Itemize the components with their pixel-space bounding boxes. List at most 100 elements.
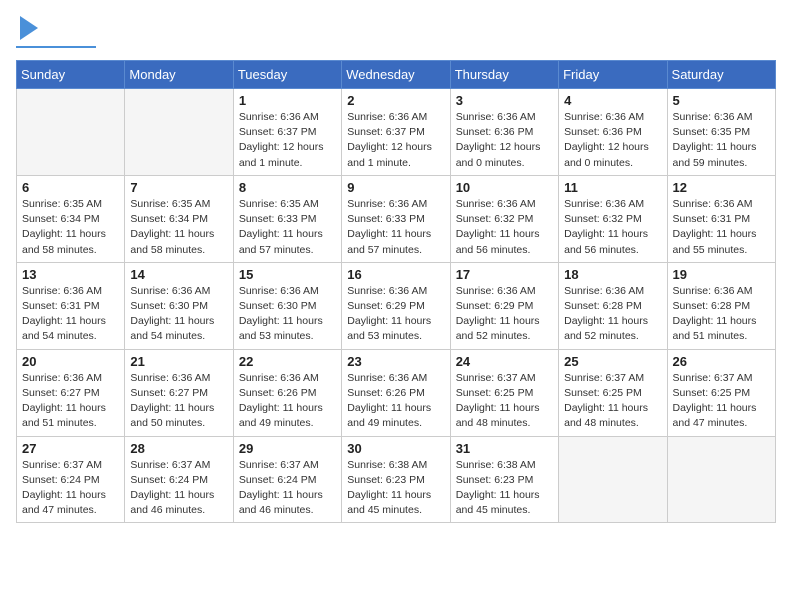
day-info: Sunrise: 6:36 AM Sunset: 6:30 PM Dayligh… [239,284,336,345]
day-number: 23 [347,354,444,369]
day-info: Sunrise: 6:37 AM Sunset: 6:25 PM Dayligh… [456,371,553,432]
day-number: 1 [239,93,336,108]
calendar-cell: 17 Sunrise: 6:36 AM Sunset: 6:29 PM Dayli… [450,262,558,349]
day-info: Sunrise: 6:36 AM Sunset: 6:28 PM Dayligh… [564,284,661,345]
calendar-cell: 28 Sunrise: 6:37 AM Sunset: 6:24 PM Dayli… [125,436,233,523]
header-friday: Friday [559,61,667,89]
calendar-cell: 22 Sunrise: 6:36 AM Sunset: 6:26 PM Dayli… [233,349,341,436]
day-number: 16 [347,267,444,282]
calendar-cell: 19 Sunrise: 6:36 AM Sunset: 6:28 PM Dayli… [667,262,775,349]
day-info: Sunrise: 6:38 AM Sunset: 6:23 PM Dayligh… [347,458,444,519]
day-number: 28 [130,441,227,456]
day-number: 2 [347,93,444,108]
header-sunday: Sunday [17,61,125,89]
day-info: Sunrise: 6:36 AM Sunset: 6:29 PM Dayligh… [347,284,444,345]
day-number: 21 [130,354,227,369]
day-number: 12 [673,180,770,195]
calendar-cell: 27 Sunrise: 6:37 AM Sunset: 6:24 PM Dayli… [17,436,125,523]
calendar-cell: 10 Sunrise: 6:36 AM Sunset: 6:32 PM Dayli… [450,175,558,262]
day-number: 22 [239,354,336,369]
calendar-cell: 30 Sunrise: 6:38 AM Sunset: 6:23 PM Dayli… [342,436,450,523]
calendar-cell: 11Sunrise: 6:36 AM Sunset: 6:32 PM Dayli… [559,175,667,262]
header-monday: Monday [125,61,233,89]
day-number: 14 [130,267,227,282]
calendar-cell: 14 Sunrise: 6:36 AM Sunset: 6:30 PM Dayli… [125,262,233,349]
day-info: Sunrise: 6:36 AM Sunset: 6:27 PM Dayligh… [130,371,227,432]
day-info: Sunrise: 6:35 AM Sunset: 6:34 PM Dayligh… [22,197,119,258]
day-info: Sunrise: 6:36 AM Sunset: 6:26 PM Dayligh… [239,371,336,432]
calendar-cell: 20 Sunrise: 6:36 AM Sunset: 6:27 PM Dayli… [17,349,125,436]
calendar-cell: 7 Sunrise: 6:35 AM Sunset: 6:34 PM Daylig… [125,175,233,262]
header-wednesday: Wednesday [342,61,450,89]
day-info: Sunrise: 6:36 AM Sunset: 6:37 PM Dayligh… [347,110,444,171]
header-tuesday: Tuesday [233,61,341,89]
calendar-cell: 8 Sunrise: 6:35 AM Sunset: 6:33 PM Daylig… [233,175,341,262]
day-info: Sunrise: 6:36 AM Sunset: 6:27 PM Dayligh… [22,371,119,432]
calendar-cell: 25 Sunrise: 6:37 AM Sunset: 6:25 PM Dayli… [559,349,667,436]
day-info: Sunrise: 6:35 AM Sunset: 6:33 PM Dayligh… [239,197,336,258]
header [16,16,776,48]
calendar-cell: 24 Sunrise: 6:37 AM Sunset: 6:25 PM Dayli… [450,349,558,436]
calendar-cell: 2 Sunrise: 6:36 AM Sunset: 6:37 PM Daylig… [342,89,450,176]
calendar-cell: 21 Sunrise: 6:36 AM Sunset: 6:27 PM Dayli… [125,349,233,436]
day-info: Sunrise: 6:36 AM Sunset: 6:30 PM Dayligh… [130,284,227,345]
day-number: 10 [456,180,553,195]
calendar-cell: 4 Sunrise: 6:36 AM Sunset: 6:36 PM Daylig… [559,89,667,176]
calendar-cell: 15 Sunrise: 6:36 AM Sunset: 6:30 PM Dayli… [233,262,341,349]
day-number: 29 [239,441,336,456]
day-info: Sunrise: 6:36 AM Sunset: 6:29 PM Dayligh… [456,284,553,345]
day-info: Sunrise: 6:37 AM Sunset: 6:24 PM Dayligh… [130,458,227,519]
calendar-cell: 1Sunrise: 6:36 AM Sunset: 6:37 PM Daylig… [233,89,341,176]
day-number: 24 [456,354,553,369]
day-number: 30 [347,441,444,456]
day-info: Sunrise: 6:38 AM Sunset: 6:23 PM Dayligh… [456,458,553,519]
calendar-cell: 16 Sunrise: 6:36 AM Sunset: 6:29 PM Dayli… [342,262,450,349]
day-number: 15 [239,267,336,282]
day-info: Sunrise: 6:36 AM Sunset: 6:28 PM Dayligh… [673,284,770,345]
calendar-cell: 6 Sunrise: 6:35 AM Sunset: 6:34 PM Daylig… [17,175,125,262]
calendar-week-row: 6 Sunrise: 6:35 AM Sunset: 6:34 PM Daylig… [17,175,776,262]
calendar-cell: 5 Sunrise: 6:36 AM Sunset: 6:35 PM Daylig… [667,89,775,176]
day-info: Sunrise: 6:37 AM Sunset: 6:24 PM Dayligh… [22,458,119,519]
calendar-cell: 3 Sunrise: 6:36 AM Sunset: 6:36 PM Daylig… [450,89,558,176]
calendar-cell: 26Sunrise: 6:37 AM Sunset: 6:25 PM Dayli… [667,349,775,436]
day-number: 6 [22,180,119,195]
day-info: Sunrise: 6:36 AM Sunset: 6:32 PM Dayligh… [456,197,553,258]
day-info: Sunrise: 6:36 AM Sunset: 6:31 PM Dayligh… [673,197,770,258]
day-number: 20 [22,354,119,369]
day-info: Sunrise: 6:36 AM Sunset: 6:36 PM Dayligh… [456,110,553,171]
calendar-cell: 12 Sunrise: 6:36 AM Sunset: 6:31 PM Dayli… [667,175,775,262]
day-info: Sunrise: 6:36 AM Sunset: 6:36 PM Dayligh… [564,110,661,171]
header-thursday: Thursday [450,61,558,89]
day-info: Sunrise: 6:36 AM Sunset: 6:33 PM Dayligh… [347,197,444,258]
day-info: Sunrise: 6:37 AM Sunset: 6:25 PM Dayligh… [564,371,661,432]
day-info: Sunrise: 6:36 AM Sunset: 6:35 PM Dayligh… [673,110,770,171]
day-number: 18 [564,267,661,282]
day-number: 8 [239,180,336,195]
calendar-cell: 29Sunrise: 6:37 AM Sunset: 6:24 PM Dayli… [233,436,341,523]
day-number: 7 [130,180,227,195]
day-number: 25 [564,354,661,369]
calendar: Sunday Monday Tuesday Wednesday Thursday… [16,60,776,523]
day-number: 31 [456,441,553,456]
day-info: Sunrise: 6:35 AM Sunset: 6:34 PM Dayligh… [130,197,227,258]
day-number: 9 [347,180,444,195]
day-number: 3 [456,93,553,108]
calendar-cell: 13 Sunrise: 6:36 AM Sunset: 6:31 PM Dayli… [17,262,125,349]
day-number: 27 [22,441,119,456]
header-saturday: Saturday [667,61,775,89]
weekday-header-row: Sunday Monday Tuesday Wednesday Thursday… [17,61,776,89]
calendar-week-row: 27 Sunrise: 6:37 AM Sunset: 6:24 PM Dayli… [17,436,776,523]
day-number: 17 [456,267,553,282]
day-info: Sunrise: 6:36 AM Sunset: 6:31 PM Dayligh… [22,284,119,345]
day-number: 13 [22,267,119,282]
calendar-cell: 9 Sunrise: 6:36 AM Sunset: 6:33 PM Daylig… [342,175,450,262]
calendar-week-row: 1 Sunrise: 6:36 AM Sunset: 6:37 PM Daylig… [17,89,776,176]
day-number: 5 [673,93,770,108]
day-number: 26 [673,354,770,369]
day-number: 19 [673,267,770,282]
calendar-week-row: 13 Sunrise: 6:36 AM Sunset: 6:31 PM Dayli… [17,262,776,349]
day-info: Sunrise: 6:36 AM Sunset: 6:32 PM Dayligh… [564,197,661,258]
calendar-cell [125,89,233,176]
day-number: 4 [564,93,661,108]
